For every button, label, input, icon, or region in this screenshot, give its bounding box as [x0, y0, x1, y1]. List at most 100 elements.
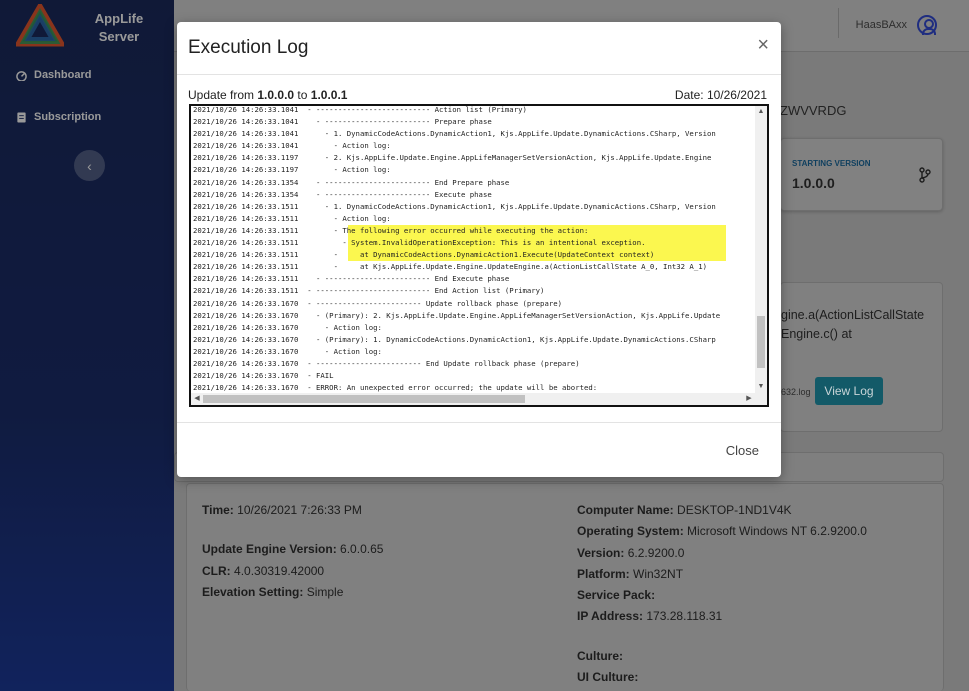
detail-service-pack: Service Pack:	[577, 588, 656, 602]
log-line-text: 2021/10/26 14:26:33.1041 - 1. DynamicCod…	[193, 129, 716, 139]
log-line: 2021/10/26 14:26:33.1197 - 2. Kjs.AppLif…	[193, 152, 755, 164]
log-line: 2021/10/26 14:26:33.1354 - -------------…	[193, 189, 755, 201]
sidebar-collapse-button[interactable]: ‹	[74, 150, 105, 181]
log-line-text: 2021/10/26 14:26:33.1197 - Action log:	[193, 165, 391, 175]
vertical-scrollbar[interactable]: ▲ ▼	[755, 106, 767, 393]
log-line: 2021/10/26 14:26:33.1511 - -------------…	[193, 273, 755, 285]
user-menu[interactable]: HaasBAxx	[837, 8, 937, 38]
sidebar: AppLife Server Dashboard Subscription ‹	[0, 0, 174, 691]
log-line-text: 2021/10/26 14:26:33.1511 - The following…	[193, 225, 589, 235]
details-card: Time: 10/26/2021 7:26:33 PM Update Engin…	[186, 483, 944, 691]
log-line-text: 2021/10/26 14:26:33.1041 - Action log:	[193, 141, 391, 151]
log-line: 2021/10/26 14:26:33.1511 - at Kjs.AppLif…	[193, 261, 755, 273]
log-line-text: 2021/10/26 14:26:33.1670 - -------------…	[193, 358, 580, 368]
scroll-down-icon[interactable]: ▼	[755, 381, 767, 393]
horizontal-scrollbar[interactable]: ◀ ▶	[191, 393, 757, 405]
log-line-text: 2021/10/26 14:26:33.1670 - Action log:	[193, 346, 382, 356]
error-line: Engine.c() at	[781, 327, 852, 341]
sidebar-item-label: Subscription	[34, 111, 102, 123]
brand-line2: Server	[98, 29, 140, 44]
modal-header: Execution Log ×	[177, 22, 781, 75]
log-line: 2021/10/26 14:26:33.1041 - -------------…	[193, 116, 755, 128]
detail-elevation: Elevation Setting: Simple	[202, 585, 344, 599]
log-line-text: 2021/10/26 14:26:33.1670 - (Primary): 2.…	[193, 310, 721, 320]
scroll-left-icon[interactable]: ◀	[191, 393, 203, 405]
log-content: 2021/10/26 14:26:33.1041 - -------------…	[193, 105, 755, 393]
log-line-text: 2021/10/26 14:26:33.1670 - (Primary): 1.…	[193, 334, 716, 344]
log-line-highlighted: 2021/10/26 14:26:33.1511 - System.Invali…	[193, 237, 755, 250]
sidebar-item-subscription[interactable]: Subscription	[16, 111, 101, 123]
detail-culture: Culture:	[577, 649, 623, 663]
view-log-button[interactable]: View Log	[815, 377, 883, 405]
log-line-text: 2021/10/26 14:26:33.1041 - -------------…	[193, 105, 527, 114]
user-name: HaasBAxx	[855, 19, 907, 31]
detail-time: Time: 10/26/2021 7:26:33 PM	[202, 503, 362, 517]
log-line: 2021/10/26 14:26:33.1511 - Action log:	[193, 213, 755, 225]
brand-name: AppLife Server	[84, 10, 154, 46]
scrollbar-thumb[interactable]	[203, 395, 525, 403]
log-line-text: 2021/10/26 14:26:33.1511 - 1. DynamicCod…	[193, 201, 716, 211]
detail-version: Version: 6.2.9200.0	[577, 546, 685, 560]
scrollbar-thumb[interactable]	[757, 316, 765, 368]
detail-computer-name: Computer Name: DESKTOP-1ND1V4K	[577, 503, 792, 517]
log-line-text: 2021/10/26 14:26:33.1670 - FAIL	[193, 371, 334, 381]
log-line-text: 2021/10/26 14:26:33.1511 - -------------…	[193, 274, 510, 284]
modal-title: Execution Log	[188, 37, 309, 58]
log-line-text: 2021/10/26 14:26:33.1511 - System.Invali…	[193, 238, 646, 248]
log-line-text: 2021/10/26 14:26:33.1354 - -------------…	[193, 177, 510, 187]
log-line-text: 2021/10/26 14:26:33.1511 - at DynamicCod…	[193, 250, 655, 260]
sidebar-item-label: Dashboard	[34, 69, 92, 81]
log-line: 2021/10/26 14:26:33.1041 - Action log:	[193, 140, 755, 152]
detail-os: Operating System: Microsoft Windows NT 6…	[577, 524, 867, 538]
update-versions: Update from 1.0.0.0 to 1.0.0.1	[188, 88, 348, 102]
log-line: 2021/10/26 14:26:33.1197 - Action log:	[193, 164, 755, 176]
log-file-name: 632.log	[781, 387, 811, 397]
resize-grip-icon[interactable]	[755, 393, 767, 405]
log-line-text: 2021/10/26 14:26:33.1511 - at Kjs.AppLif…	[193, 262, 707, 272]
log-textarea[interactable]: 2021/10/26 14:26:33.1041 - -------------…	[189, 104, 769, 407]
log-line: 2021/10/26 14:26:33.1670 - Action log:	[193, 322, 755, 334]
log-line-text: 2021/10/26 14:26:33.1511 - -------------…	[193, 286, 545, 296]
log-line-text: 2021/10/26 14:26:33.1511 - Action log:	[193, 213, 391, 223]
log-line: 2021/10/26 14:26:33.1670 - -------------…	[193, 298, 755, 310]
log-line: 2021/10/26 14:26:33.1670 - (Primary): 2.…	[193, 310, 755, 322]
log-line: 2021/10/26 14:26:33.1670 - FAIL	[193, 370, 755, 382]
detail-platform: Platform: Win32NT	[577, 567, 684, 581]
applife-logo-icon	[16, 4, 64, 47]
subscription-icon	[17, 111, 26, 123]
dashboard-icon	[16, 70, 27, 81]
starting-version-card: STARTING VERSION 1.0.0.0	[780, 138, 943, 211]
scroll-up-icon[interactable]: ▲	[755, 106, 767, 118]
log-line-text: 2021/10/26 14:26:33.1197 - 2. Kjs.AppLif…	[193, 153, 712, 163]
update-id-partial: ZWVVRDG	[780, 103, 847, 118]
log-line: 2021/10/26 14:26:33.1354 - -------------…	[193, 177, 755, 189]
update-date: Date: 10/26/2021	[674, 88, 767, 102]
brand-line1: AppLife	[94, 11, 144, 26]
starting-version-value: 1.0.0.0	[792, 175, 835, 191]
close-icon[interactable]: ×	[757, 35, 769, 55]
sidebar-item-dashboard[interactable]: Dashboard	[16, 69, 91, 81]
brand[interactable]: AppLife Server	[14, 4, 164, 52]
scroll-right-icon[interactable]: ▶	[743, 393, 755, 405]
log-line: 2021/10/26 14:26:33.1670 - Action log:	[193, 346, 755, 358]
log-line-highlighted: 2021/10/26 14:26:33.1511 - The following…	[193, 224, 755, 238]
branch-icon	[919, 167, 931, 183]
starting-version-label: STARTING VERSION	[792, 159, 871, 168]
log-line: 2021/10/26 14:26:33.1670 - -------------…	[193, 358, 755, 370]
log-line: 2021/10/26 14:26:33.1670 - (Primary): 1.…	[193, 334, 755, 346]
detail-clr: CLR: 4.0.30319.42000	[202, 564, 325, 578]
modal-footer: Close	[177, 422, 781, 477]
error-line: gine.a(ActionListCallState	[781, 308, 925, 322]
log-line-text: 2021/10/26 14:26:33.1670 - ERROR: An une…	[193, 383, 598, 393]
detail-engine-version: Update Engine Version: 6.0.0.65	[202, 542, 384, 556]
chevron-left-icon: ‹	[87, 157, 92, 174]
log-line: 2021/10/26 14:26:33.1670 - ERROR: An une…	[193, 382, 755, 393]
log-line: 2021/10/26 14:26:33.1041 - 1. DynamicCod…	[193, 128, 755, 140]
close-button[interactable]: Close	[726, 443, 759, 458]
log-line-highlighted: 2021/10/26 14:26:33.1511 - at DynamicCod…	[193, 249, 755, 262]
log-line-text: 2021/10/26 14:26:33.1041 - -------------…	[193, 117, 492, 127]
to-version: 1.0.0.1	[310, 88, 348, 102]
log-line-text: 2021/10/26 14:26:33.1670 - Action log:	[193, 322, 382, 332]
log-line: 2021/10/26 14:26:33.1511 - -------------…	[193, 285, 755, 297]
error-card: gine.a(ActionListCallState Engine.c() at…	[780, 282, 943, 432]
